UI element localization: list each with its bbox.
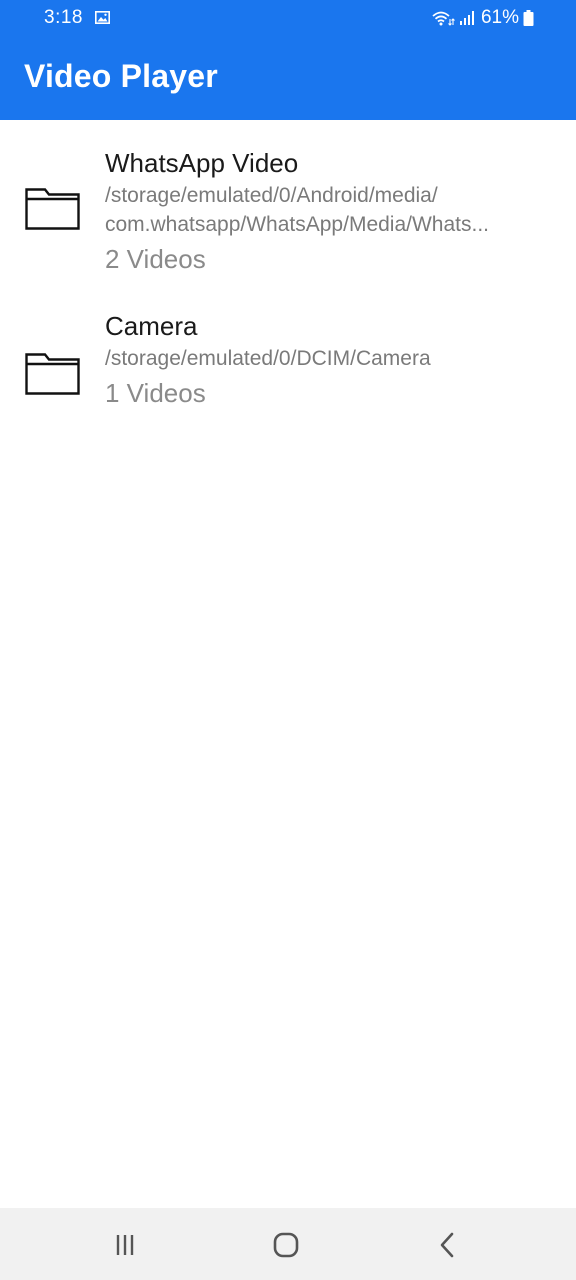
folder-item-whatsapp-video[interactable]: WhatsApp Video /storage/emulated/0/Andro… <box>0 120 576 285</box>
folder-path: /storage/emulated/0/DCIM/Camera <box>105 344 544 373</box>
battery-percent: 61% <box>480 7 519 28</box>
status-right-group: 61% <box>431 7 534 29</box>
video-count: 2 Videos <box>105 244 206 274</box>
home-button[interactable] <box>266 1230 306 1260</box>
app-title: Video Player <box>24 58 218 94</box>
folder-item-camera[interactable]: Camera /storage/emulated/0/DCIM/Camera 1… <box>0 285 576 435</box>
folder-text: Camera /storage/emulated/0/DCIM/Camera 1… <box>105 310 544 411</box>
back-icon <box>440 1232 454 1258</box>
folder-list: WhatsApp Video /storage/emulated/0/Andro… <box>0 120 576 435</box>
home-icon <box>273 1232 299 1258</box>
folder-path-line: com.whatsapp/WhatsApp/Media/Whats... <box>105 213 489 236</box>
folder-icon <box>25 188 80 230</box>
signal-icon <box>459 11 474 25</box>
recents-button[interactable] <box>105 1230 145 1260</box>
video-count: 1 Videos <box>105 378 206 408</box>
folder-icon <box>25 353 80 395</box>
screen: 3:18 61% Video Player WhatsApp Video /st… <box>0 0 576 1280</box>
app-bar: 3:18 61% Video Player <box>0 0 576 120</box>
folder-path: /storage/emulated/0/Android/media/ com.w… <box>105 181 544 239</box>
folder-path-line: /storage/emulated/0/Android/media/ <box>105 184 438 207</box>
recents-icon <box>116 1235 134 1255</box>
folder-name: WhatsApp Video <box>105 148 299 178</box>
status-time: 3:18 <box>44 7 83 28</box>
gallery-icon <box>95 11 110 24</box>
battery-icon <box>523 10 534 26</box>
folder-text: WhatsApp Video /storage/emulated/0/Andro… <box>105 147 544 277</box>
status-bar: 3:18 61% <box>0 0 576 38</box>
back-button[interactable] <box>428 1230 468 1260</box>
navigation-bar <box>0 1208 576 1280</box>
folder-name: Camera <box>105 311 198 341</box>
folder-path-line: /storage/emulated/0/DCIM/Camera <box>105 347 431 370</box>
wifi-icon <box>432 11 455 26</box>
